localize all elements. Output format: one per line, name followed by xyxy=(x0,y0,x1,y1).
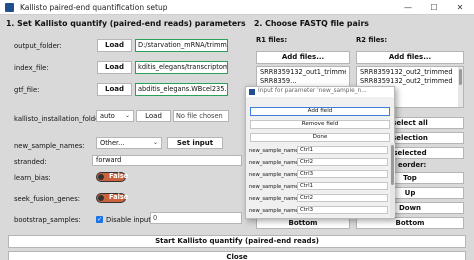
app-icon xyxy=(5,3,14,12)
main-window: 1. Set Kallisto quantify (paired-end rea… xyxy=(0,15,474,260)
gtf-file-label: gtf_file: xyxy=(14,86,40,94)
sample-name-field[interactable]: Ctrl2 xyxy=(297,158,388,166)
maximize-button[interactable]: ☐ xyxy=(420,0,448,15)
chevron-down-icon: ⌄ xyxy=(152,139,158,146)
start-kallisto-button[interactable]: Start Kallisto quantify (paired-end read… xyxy=(8,235,466,248)
r2-files-label: R2 files: xyxy=(356,36,388,44)
index-file-load-button[interactable]: Load xyxy=(97,61,132,74)
sample-name-label: new_sample_names: xyxy=(249,184,303,190)
gtf-file-field[interactable]: abditis_elegans.WBcel235.96.gtf xyxy=(135,83,228,96)
bootstrap-samples-label: bootstrap_samples: xyxy=(14,216,81,224)
index-file-label: index_file: xyxy=(14,64,49,72)
output-folder-load-button[interactable]: Load xyxy=(97,39,132,52)
output-folder-field[interactable]: D:/starvation_mRNA/trimmed xyxy=(135,39,228,52)
learn-bias-label: learn_bias: xyxy=(14,174,51,182)
sample-name-field[interactable]: Ctrl2 xyxy=(297,194,388,202)
chevron-down-icon: ⌄ xyxy=(124,112,130,119)
list-item[interactable]: SRR8359132_out2_trimmed xyxy=(358,77,456,86)
sample-name-label: new_sample_names: xyxy=(249,160,303,166)
learn-bias-toggle[interactable]: False xyxy=(96,172,129,182)
list-item[interactable]: SRR8359... xyxy=(258,77,346,86)
dialog-scrollbar[interactable] xyxy=(390,143,395,217)
installation-folder-load-button[interactable]: Load xyxy=(136,110,171,122)
sample-name-field[interactable]: Ctrl1 xyxy=(297,182,388,190)
section2-title: 2. Choose FASTQ file pairs xyxy=(254,19,369,28)
seek-fusion-genes-label: seek_fusion_genes: xyxy=(14,195,81,203)
dialog-title: Input for parameter 'new_sample_n... xyxy=(258,88,367,94)
sample-name-field[interactable]: Ctrl3 xyxy=(297,206,388,214)
r2-add-files-button[interactable]: Add files... xyxy=(356,51,464,64)
list-item[interactable]: SRR8359132_out1_trimmed xyxy=(258,68,346,77)
sample-name-label: new_sample_names: xyxy=(249,172,303,178)
seek-fusion-genes-value: False xyxy=(109,193,129,201)
remove-field-button[interactable]: Remove field xyxy=(250,120,390,129)
close-window-button[interactable]: ✕ xyxy=(446,0,474,15)
dialog-titlebar: Input for parameter 'new_sample_n... xyxy=(246,87,394,97)
stranded-select[interactable]: forward xyxy=(92,155,242,166)
sample-name-label: new_sample_names: xyxy=(249,208,303,214)
close-button[interactable]: Close xyxy=(8,251,466,260)
disable-input-checkbox[interactable]: ✓ xyxy=(96,216,103,223)
set-input-button[interactable]: Set input xyxy=(167,137,223,149)
gtf-file-load-button[interactable]: Load xyxy=(97,83,132,96)
scrollbar-thumb[interactable] xyxy=(391,145,394,185)
r1-add-files-button[interactable]: Add files... xyxy=(256,51,350,64)
installation-folder-select[interactable]: auto ⌄ xyxy=(96,110,134,122)
window-titlebar: Kallisto paired-end quantification setup… xyxy=(0,0,474,15)
scrollbar-thumb[interactable] xyxy=(459,69,462,85)
new-sample-names-label: new_sample_names: xyxy=(14,142,85,150)
r1-files-label: R1 files: xyxy=(256,36,288,44)
stranded-label: stranded: xyxy=(14,158,47,166)
reorder-label: eorder: xyxy=(398,161,427,169)
bootstrap-samples-field[interactable]: 0 xyxy=(150,212,242,224)
sample-names-dialog: Input for parameter 'new_sample_n... Add… xyxy=(245,86,395,219)
window-title: Kallisto paired-end quantification setup xyxy=(20,3,168,12)
new-sample-names-select[interactable]: Other... ⌄ xyxy=(96,137,162,149)
sample-name-label: new_sample_names: xyxy=(249,196,303,202)
r2-list-scrollbar[interactable] xyxy=(458,67,463,107)
sample-name-field[interactable]: Ctrl3 xyxy=(297,170,388,178)
toggle-knob xyxy=(98,174,104,180)
disable-input-label: Disable input? xyxy=(106,216,155,224)
index-file-field[interactable]: kditis_elegans/transcriptome.idx xyxy=(135,61,228,74)
seek-fusion-genes-toggle[interactable]: False xyxy=(96,193,129,203)
list-item[interactable]: SRR8359132_out2_trimmed xyxy=(358,68,456,77)
section1-title: 1. Set Kallisto quantify (paired-end rea… xyxy=(6,19,246,28)
learn-bias-value: False xyxy=(109,172,129,180)
add-field-button[interactable]: Add field xyxy=(250,107,390,116)
minimize-button[interactable]: — xyxy=(394,0,422,15)
installation-folder-label: kallisto_installation_folder: xyxy=(14,115,105,123)
sample-name-field[interactable]: Ctrl1 xyxy=(297,146,388,154)
app-icon xyxy=(249,89,255,95)
installation-folder-status: No file chosen xyxy=(173,110,229,122)
done-button[interactable]: Done xyxy=(250,133,390,142)
output-folder-label: output_folder: xyxy=(14,42,62,50)
sample-name-label: new_sample_names: xyxy=(249,148,303,154)
toggle-knob xyxy=(98,195,104,201)
